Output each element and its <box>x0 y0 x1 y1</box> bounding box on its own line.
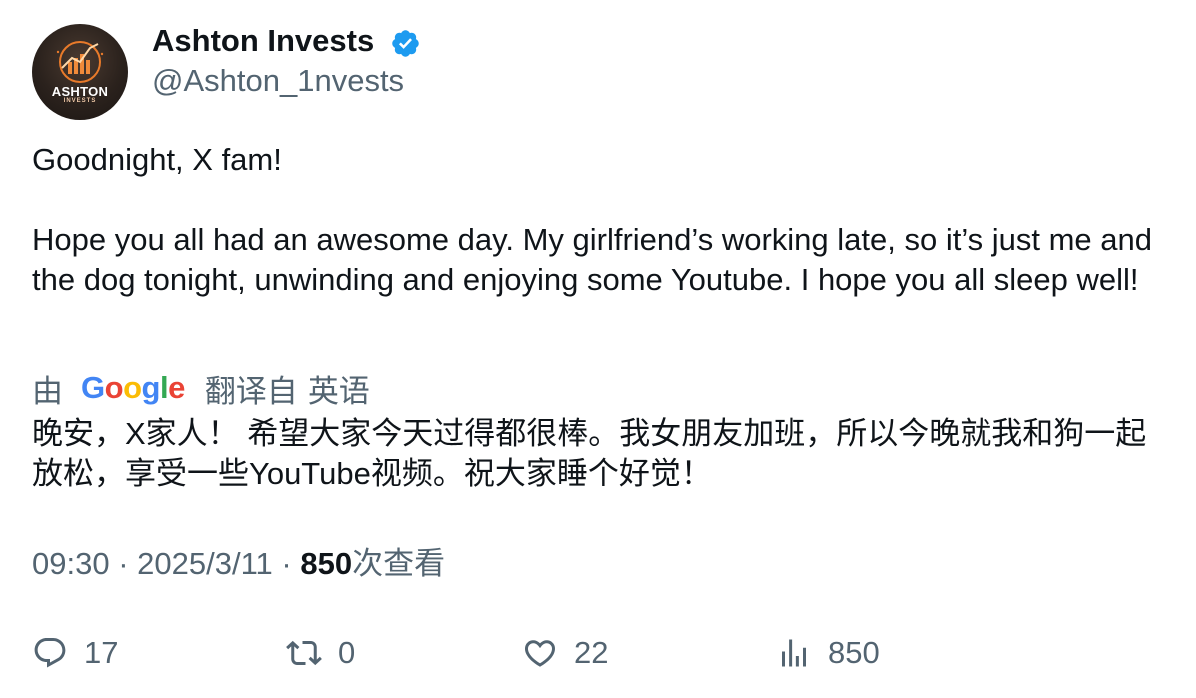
translated-text: 晚安，X家人！ 希望大家今天过得都很棒。我女朋友加班，所以今晚就我和狗一起放松，… <box>32 416 1147 491</box>
like-button[interactable]: 22 <box>522 626 608 680</box>
avatar-logo-icon <box>56 41 104 83</box>
tweet-meta: 09:30 · 2025/3/11 · 850次查看 <box>32 544 445 584</box>
reply-icon <box>34 638 66 668</box>
repost-count: 0 <box>338 635 356 670</box>
action-bar: 17 0 22 850 <box>0 626 1196 680</box>
google-logo: Google <box>81 370 185 405</box>
like-count: 22 <box>574 635 609 670</box>
avatar[interactable]: ASHTON INVESTS <box>32 24 128 120</box>
author-display-name[interactable]: Ashton Invests <box>152 22 374 60</box>
tweet-text: Goodnight, X fam! Hope you all had an aw… <box>32 142 1153 297</box>
tweet-date[interactable]: 2025/3/11 <box>137 546 273 581</box>
views-chart-icon <box>782 639 806 667</box>
views-count-action: 850 <box>828 635 880 670</box>
translation-label: 翻译自 <box>204 373 298 409</box>
views-count: 850 <box>300 546 353 581</box>
avatar-brand-text: ASHTON <box>51 84 109 99</box>
translation-prefix: 由 <box>32 373 63 409</box>
meta-separator: · <box>118 546 129 581</box>
views-button[interactable]: 850 <box>776 626 880 680</box>
verified-badge-icon <box>392 30 419 57</box>
translation-attribution: 由 Google 翻译自 英语 <box>32 366 370 410</box>
repost-button[interactable]: 0 <box>286 626 355 680</box>
translation-language: 英语 <box>307 373 370 409</box>
author-handle[interactable]: @Ashton_1nvests <box>152 62 404 100</box>
reply-button[interactable]: 17 <box>32 626 118 680</box>
avatar-brand-subtext: INVESTS <box>63 98 97 104</box>
views-label: 次查看 <box>352 546 446 581</box>
heart-icon <box>524 640 556 667</box>
reply-count: 17 <box>84 635 119 670</box>
meta-separator: · <box>281 546 292 581</box>
tweet-time[interactable]: 09:30 <box>32 546 110 581</box>
repost-icon <box>286 640 322 666</box>
